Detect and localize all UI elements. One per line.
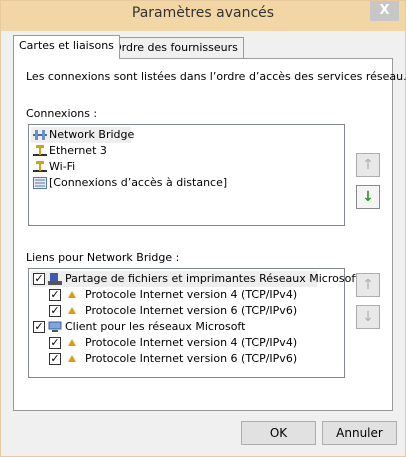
checkbox[interactable]: ✓: [49, 289, 61, 301]
list-item-label: [Connexions d’accès à distance]: [49, 176, 228, 189]
checkbox[interactable]: ✓: [49, 305, 61, 317]
arrow-down-green-icon: ↓: [362, 189, 374, 205]
arrow-up-icon: ↑: [362, 277, 374, 293]
protocol-icon: [68, 307, 76, 314]
list-item-network-bridge[interactable]: Network Bridge: [31, 127, 135, 143]
title-bar[interactable]: Paramètres avancés X: [1, 1, 405, 31]
protocol-icon: [68, 355, 76, 362]
move-connection-down-button[interactable]: ↓: [356, 185, 380, 209]
bindings-label: Liens pour Network Bridge :: [26, 251, 180, 264]
tab-label: Ordre des fournisseurs: [113, 41, 238, 54]
list-item-label: Wi-Fi: [49, 160, 76, 173]
list-item-label: Ethernet 3: [49, 144, 107, 157]
tree-item-ipv4[interactable]: ✓ Protocole Internet version 4 (TCP/IPv4…: [31, 287, 331, 303]
tree-item-label: Client pour les réseaux Microsoft: [65, 320, 246, 333]
tab-cartes-et-liaisons[interactable]: Cartes et liaisons: [13, 35, 120, 59]
list-item-remote-access[interactable]: [Connexions d’accès à distance]: [31, 175, 331, 191]
tree-item-label: Protocole Internet version 6 (TCP/IPv6): [85, 304, 298, 317]
protocol-icon: [68, 291, 76, 298]
tree-item-label: Protocole Internet version 6 (TCP/IPv6): [85, 352, 298, 365]
ok-button[interactable]: OK: [241, 421, 316, 445]
tree-item-label: Protocole Internet version 4 (TCP/IPv4): [85, 288, 298, 301]
network-client-icon: [48, 321, 62, 332]
description-text: Les connexions sont listées dans l’ordre…: [26, 70, 406, 83]
checkbox[interactable]: ✓: [33, 321, 45, 333]
list-item-ethernet[interactable]: Ethernet 3: [31, 143, 331, 159]
file-printer-sharing-icon: [48, 273, 62, 285]
move-binding-up-button[interactable]: ↑: [356, 273, 380, 297]
dialog-client-area: Cartes et liaisons Ordre des fournisseur…: [8, 31, 406, 450]
bindings-tree[interactable]: ✓ Partage de fichiers et imprimantes Rés…: [28, 268, 359, 378]
tree-item-ipv6[interactable]: ✓ Protocole Internet version 6 (TCP/IPv6…: [31, 303, 331, 319]
network-adapter-icon: [33, 145, 47, 156]
network-bridge-icon: [33, 130, 47, 140]
tree-item-label: Protocole Internet version 4 (TCP/IPv4): [85, 336, 298, 349]
move-connection-up-button[interactable]: ↑: [356, 153, 380, 177]
list-item-label: Network Bridge: [49, 128, 135, 141]
remote-access-icon: [33, 177, 47, 189]
tab-panel: Les connexions sont listées dans l’ordre…: [13, 58, 406, 411]
close-button[interactable]: X: [370, 1, 399, 21]
tab-ordre-des-fournisseurs[interactable]: Ordre des fournisseurs: [107, 37, 244, 58]
tree-item-ms-client[interactable]: ✓ Client pour les réseaux Microsoft: [31, 319, 331, 335]
arrow-down-icon: ↓: [362, 309, 374, 325]
tab-label: Cartes et liaisons: [19, 39, 114, 52]
checkbox[interactable]: ✓: [33, 273, 45, 285]
connections-list[interactable]: Network Bridge Ethernet 3 Wi-Fi [Connexi…: [28, 124, 345, 226]
protocol-icon: [68, 339, 76, 346]
window-title: Paramètres avancés: [131, 5, 275, 21]
move-binding-down-button[interactable]: ↓: [356, 305, 380, 329]
arrow-up-icon: ↑: [362, 157, 374, 173]
network-adapter-icon: [33, 161, 47, 172]
connections-label: Connexions :: [26, 107, 98, 120]
checkbox[interactable]: ✓: [49, 353, 61, 365]
tree-item-ipv4[interactable]: ✓ Protocole Internet version 4 (TCP/IPv4…: [31, 335, 331, 351]
advanced-settings-window: Paramètres avancés X Cartes et liaisons …: [0, 0, 406, 457]
tree-item-label: Partage de fichiers et imprimantes Résea…: [65, 272, 360, 285]
cancel-button[interactable]: Annuler: [322, 421, 397, 445]
tree-item-file-printer-sharing[interactable]: ✓ Partage de fichiers et imprimantes Rés…: [31, 271, 359, 287]
tree-item-ipv6[interactable]: ✓ Protocole Internet version 6 (TCP/IPv6…: [31, 351, 331, 367]
checkbox[interactable]: ✓: [49, 337, 61, 349]
list-item-wifi[interactable]: Wi-Fi: [31, 159, 331, 175]
